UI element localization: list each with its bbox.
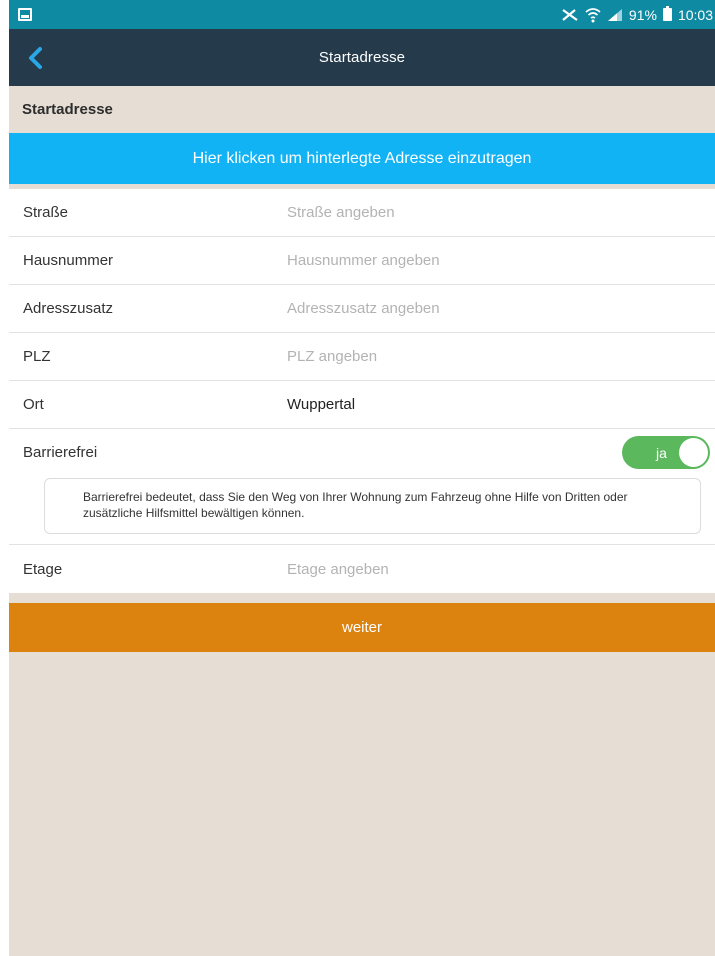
mute-icon: [562, 8, 578, 21]
back-button[interactable]: [21, 44, 49, 72]
barrier-free-row: Barrierefrei ja: [9, 429, 715, 475]
address-suffix-row[interactable]: Adresszusatz Adresszusatz angeben: [9, 285, 715, 333]
house-number-label: Hausnummer: [23, 252, 114, 269]
barrier-free-label: Barrierefrei: [23, 443, 98, 461]
status-icons: 91% 10:03: [561, 6, 715, 23]
floor-input[interactable]: Etage angeben: [287, 561, 715, 578]
zip-label: PLZ: [23, 348, 51, 365]
status-time: 10:03: [677, 6, 713, 23]
screenshot-icon: [18, 8, 32, 21]
floor-row[interactable]: Etage Etage angeben: [9, 545, 715, 593]
chevron-left-icon: [29, 46, 42, 69]
house-number-input[interactable]: Hausnummer angeben: [287, 252, 715, 269]
barrier-free-section: Barrierefrei ja Barrierefrei bedeutet, d…: [9, 429, 715, 545]
city-row[interactable]: Ort Wuppertal: [9, 381, 715, 429]
barrier-free-info: Barrierefrei bedeutet, dass Sie den Weg …: [44, 478, 701, 534]
zip-row[interactable]: PLZ PLZ angeben: [9, 333, 715, 381]
page-title: Startadresse: [318, 49, 406, 66]
city-label: Ort: [23, 396, 44, 413]
house-number-row[interactable]: Hausnummer Hausnummer angeben: [9, 237, 715, 285]
app-header: Startadresse: [9, 29, 715, 86]
battery-percent: 91%: [628, 6, 657, 23]
toggle-knob: [679, 438, 708, 467]
street-input[interactable]: Straße angeben: [287, 204, 715, 221]
section-title: Startadresse: [22, 101, 113, 118]
address-suffix-input[interactable]: Adresszusatz angeben: [287, 300, 715, 317]
city-input[interactable]: Wuppertal: [287, 396, 715, 413]
use-saved-address-button[interactable]: Hier klicken um hinterlegte Adresse einz…: [9, 133, 715, 184]
signal-icon: [607, 8, 622, 21]
app-page: 91% 10:03 Startadresse Startadresse Hier…: [9, 0, 715, 956]
next-button[interactable]: weiter: [9, 603, 715, 652]
barrier-free-toggle[interactable]: ja: [622, 436, 710, 469]
status-bar: 91% 10:03: [9, 0, 715, 29]
toggle-text: ja: [656, 444, 667, 461]
street-label: Straße: [23, 204, 69, 221]
wifi-icon: [585, 7, 601, 22]
battery-icon: [662, 6, 672, 21]
address-suffix-label: Adresszusatz: [23, 300, 114, 317]
zip-input[interactable]: PLZ angeben: [287, 348, 715, 365]
street-row[interactable]: Straße Straße angeben: [9, 189, 715, 237]
floor-label: Etage: [23, 560, 63, 578]
address-form: Straße Straße angeben Hausnummer Hausnum…: [9, 189, 715, 593]
